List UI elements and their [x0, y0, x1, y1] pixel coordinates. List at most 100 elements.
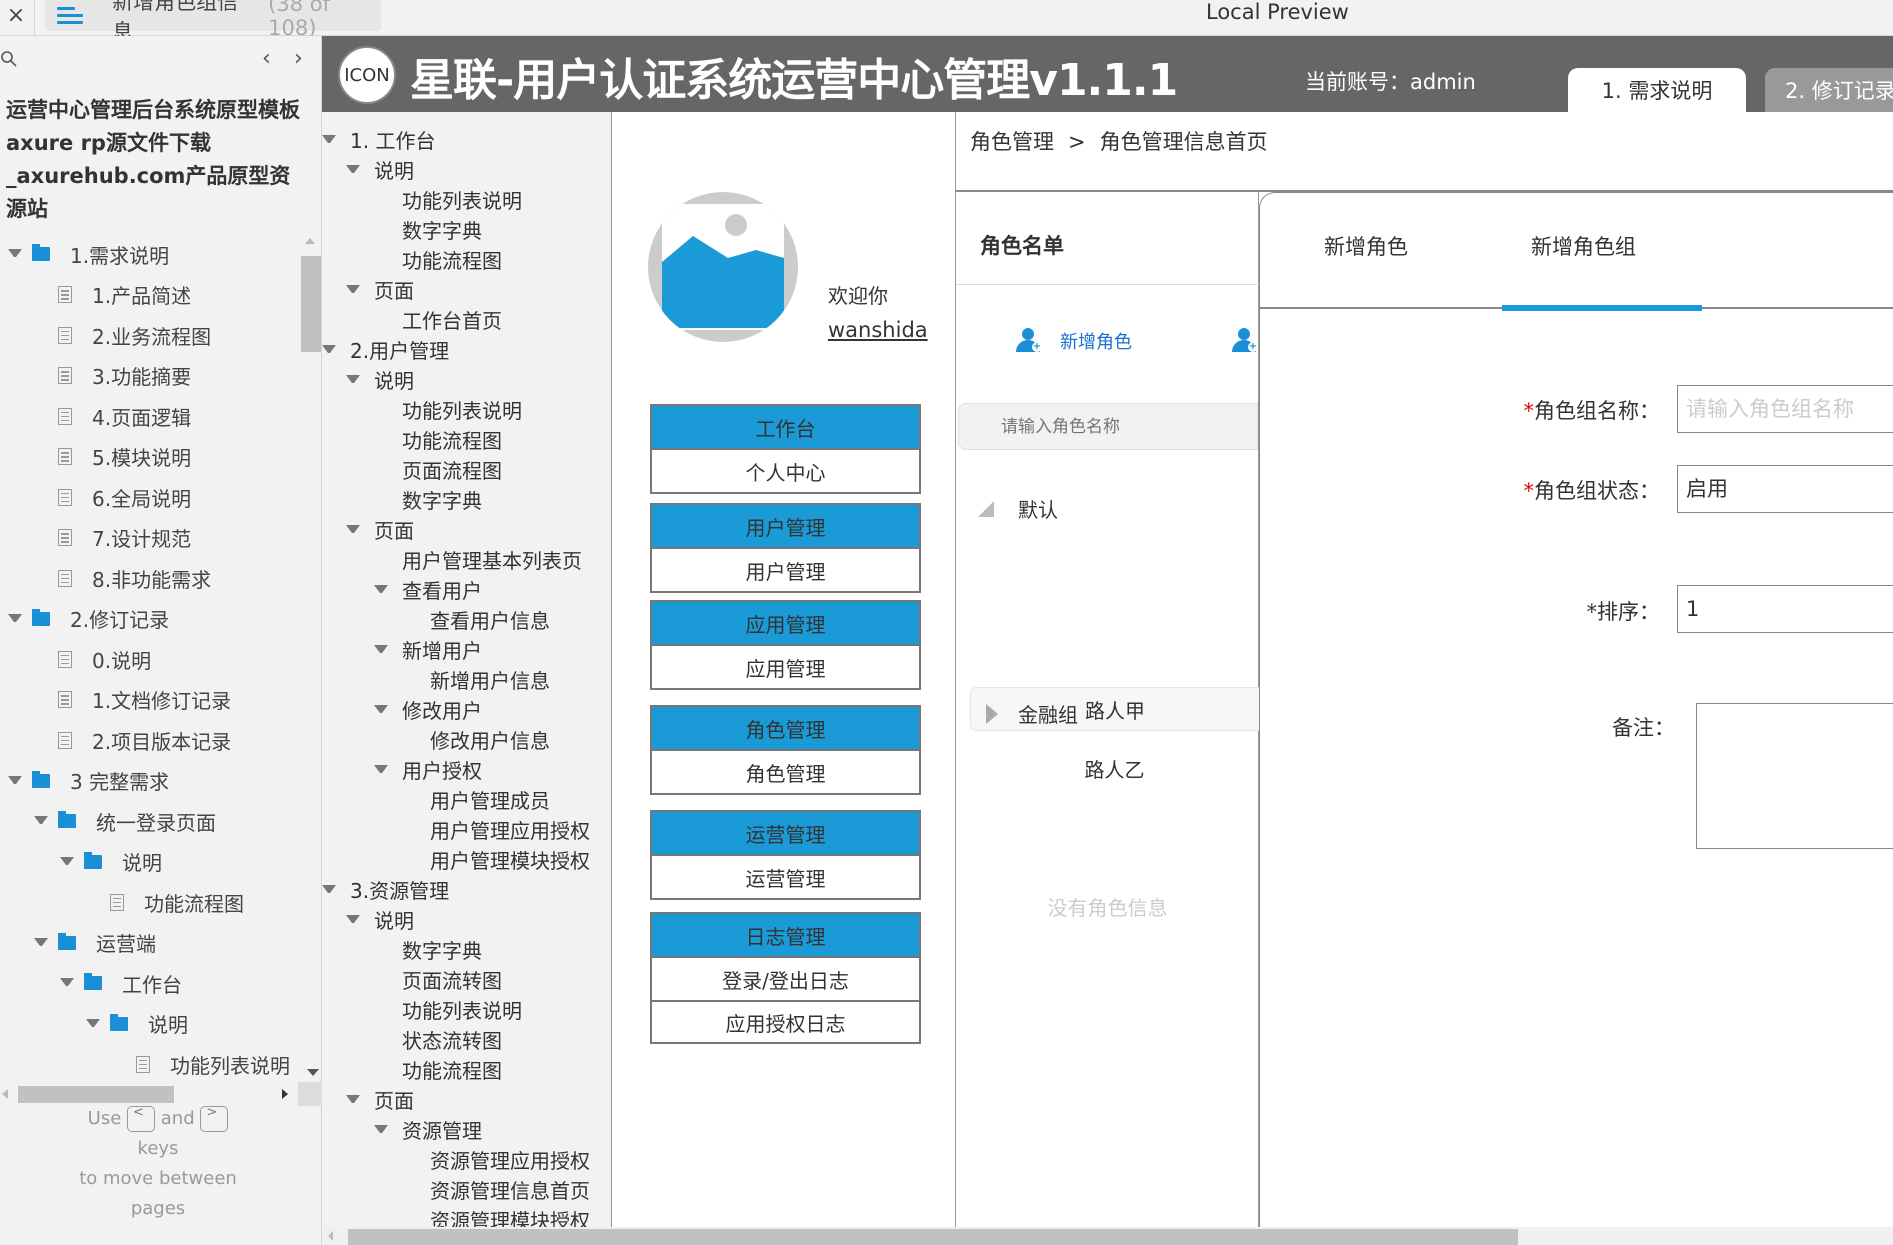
expand-triangle-icon[interactable]	[322, 345, 336, 353]
menu-icon[interactable]	[57, 6, 83, 26]
sitemap-item[interactable]: 7.设计规范	[0, 518, 300, 559]
sitemap-item[interactable]: 说明	[0, 1004, 300, 1045]
role-group-finance[interactable]: 金融组	[986, 699, 1078, 728]
scrollbar-thumb[interactable]	[18, 1086, 174, 1103]
role-group-name-input[interactable]	[1677, 385, 1893, 433]
expand-triangle-icon[interactable]	[60, 978, 74, 988]
sitemap-item[interactable]: 统一登录页面	[0, 801, 300, 842]
sitemap-item[interactable]: 2.项目版本记录	[0, 720, 300, 761]
page-tree-item[interactable]: 页面	[322, 1084, 611, 1114]
page-tree-item[interactable]: 功能流程图	[322, 1054, 611, 1084]
page-tree-item[interactable]: 资源管理应用授权	[322, 1144, 611, 1174]
sitemap-item[interactable]: 运营端	[0, 923, 300, 964]
sitemap-horizontal-scrollbar[interactable]	[0, 1082, 322, 1106]
page-tree-item[interactable]: 工作台首页	[322, 304, 611, 334]
breadcrumb-parent[interactable]: 角色管理	[970, 130, 1054, 154]
nav-group-header[interactable]: 应用管理	[652, 602, 919, 646]
page-tree-item[interactable]: 页面	[322, 274, 611, 304]
next-page-button[interactable]: ›	[294, 46, 303, 71]
tab-add-role-group[interactable]: 新增角色组	[1531, 231, 1636, 261]
page-tree-item[interactable]: 新增用户信息	[322, 664, 611, 694]
page-tree-item[interactable]: 说明	[322, 904, 611, 934]
nav-item[interactable]: 登录/登出日志	[652, 958, 919, 1000]
nav-item[interactable]: 应用授权日志	[652, 1000, 919, 1042]
sitemap-item[interactable]: 6.全局说明	[0, 477, 300, 518]
prev-page-button[interactable]: ‹	[262, 46, 271, 71]
page-tree-item[interactable]: 功能流程图	[322, 424, 611, 454]
page-tree-item[interactable]: 查看用户信息	[322, 604, 611, 634]
order-input[interactable]	[1677, 585, 1893, 633]
expand-triangle-icon[interactable]	[346, 915, 360, 923]
nav-item[interactable]: 运营管理	[652, 856, 919, 898]
nav-item[interactable]: 应用管理	[652, 646, 919, 688]
nav-group-header[interactable]: 用户管理	[652, 505, 919, 549]
page-tree-item[interactable]: 页面流转图	[322, 964, 611, 994]
expand-triangle-icon[interactable]	[86, 1019, 100, 1029]
page-tree-item[interactable]: 说明	[322, 154, 611, 184]
page-tree-item[interactable]: 3.资源管理	[322, 874, 611, 904]
scroll-right-icon[interactable]	[282, 1089, 288, 1099]
sitemap-vertical-scrollbar[interactable]	[301, 234, 321, 1082]
tab-revisions[interactable]: 2. 修订记录	[1765, 68, 1893, 112]
page-tree-item[interactable]: 用户授权	[322, 754, 611, 784]
expanded-triangle-icon[interactable]	[978, 500, 994, 517]
sitemap-item[interactable]: 3.功能摘要	[0, 356, 300, 397]
nav-group-header[interactable]: 工作台	[652, 406, 919, 450]
role-item[interactable]: 路人乙	[970, 746, 1259, 790]
expand-triangle-icon[interactable]	[346, 375, 360, 383]
page-tree-item[interactable]: 用户管理成员	[322, 784, 611, 814]
expand-triangle-icon[interactable]	[322, 885, 336, 893]
page-tree-item[interactable]: 功能列表说明	[322, 394, 611, 424]
nav-group-header[interactable]: 运营管理	[652, 812, 919, 856]
collapsed-triangle-icon[interactable]	[986, 703, 998, 724]
page-tree-item[interactable]: 用户管理应用授权	[322, 814, 611, 844]
scroll-down-icon[interactable]	[307, 1069, 319, 1076]
page-tree-item[interactable]: 数字字典	[322, 934, 611, 964]
page-tree-item[interactable]: 查看用户	[322, 574, 611, 604]
page-tree-item[interactable]: 2.用户管理	[322, 334, 611, 364]
search-icon[interactable]	[0, 50, 18, 68]
page-tree-item[interactable]: 数字字典	[322, 484, 611, 514]
page-tree-item[interactable]: 用户管理基本列表页	[322, 544, 611, 574]
sitemap-item[interactable]: 1.需求说明	[0, 234, 300, 275]
page-tree-item[interactable]: 功能列表说明	[322, 184, 611, 214]
expand-triangle-icon[interactable]	[374, 585, 388, 593]
nav-group-header[interactable]: 日志管理	[652, 914, 919, 958]
sitemap-item[interactable]: 3 完整需求	[0, 761, 300, 802]
sitemap-item[interactable]: 8.非功能需求	[0, 558, 300, 599]
page-tree-item[interactable]: 资源管理	[322, 1114, 611, 1144]
expand-triangle-icon[interactable]	[346, 165, 360, 173]
scroll-left-icon[interactable]	[328, 1231, 333, 1241]
tab-requirements[interactable]: 1. 需求说明	[1568, 68, 1746, 112]
expand-triangle-icon[interactable]	[8, 776, 22, 786]
sitemap-item[interactable]: 说明	[0, 842, 300, 883]
add-role-button[interactable]: + 新增角色	[1016, 328, 1132, 354]
page-tree-item[interactable]: 功能列表说明	[322, 994, 611, 1024]
role-group-default[interactable]: 默认	[978, 494, 1058, 523]
page-tree-item[interactable]: 1. 工作台	[322, 124, 611, 154]
page-tree-item[interactable]: 修改用户信息	[322, 724, 611, 754]
expand-triangle-icon[interactable]	[322, 135, 336, 143]
page-selector[interactable]: 新增角色组信息 (38 of 108)	[45, 0, 381, 44]
expand-triangle-icon[interactable]	[374, 645, 388, 653]
page-tree-item[interactable]: 页面流程图	[322, 454, 611, 484]
sitemap-item[interactable]: 工作台	[0, 963, 300, 1004]
expand-triangle-icon[interactable]	[346, 525, 360, 533]
page-tree-item[interactable]: 修改用户	[322, 694, 611, 724]
nav-item[interactable]: 角色管理	[652, 751, 919, 793]
expand-triangle-icon[interactable]	[8, 614, 22, 624]
page-tree-item[interactable]: 功能流程图	[322, 244, 611, 274]
expand-triangle-icon[interactable]	[346, 1095, 360, 1103]
page-tree-item[interactable]: 说明	[322, 364, 611, 394]
expand-triangle-icon[interactable]	[374, 765, 388, 773]
sitemap-item[interactable]: 功能列表说明	[0, 1044, 300, 1082]
role-search-input[interactable]	[958, 403, 1258, 450]
page-tree-item[interactable]: 资源管理模块授权	[322, 1204, 611, 1228]
sitemap-item[interactable]: 1.产品简述	[0, 275, 300, 316]
nav-item[interactable]: 个人中心	[652, 450, 919, 492]
sitemap-item[interactable]: 功能流程图	[0, 882, 300, 923]
sitemap-item[interactable]: 2.修订记录	[0, 599, 300, 640]
page-tree-item[interactable]: 新增用户	[322, 634, 611, 664]
add-user-icon[interactable]: +	[1232, 328, 1258, 354]
expand-triangle-icon[interactable]	[34, 938, 48, 948]
